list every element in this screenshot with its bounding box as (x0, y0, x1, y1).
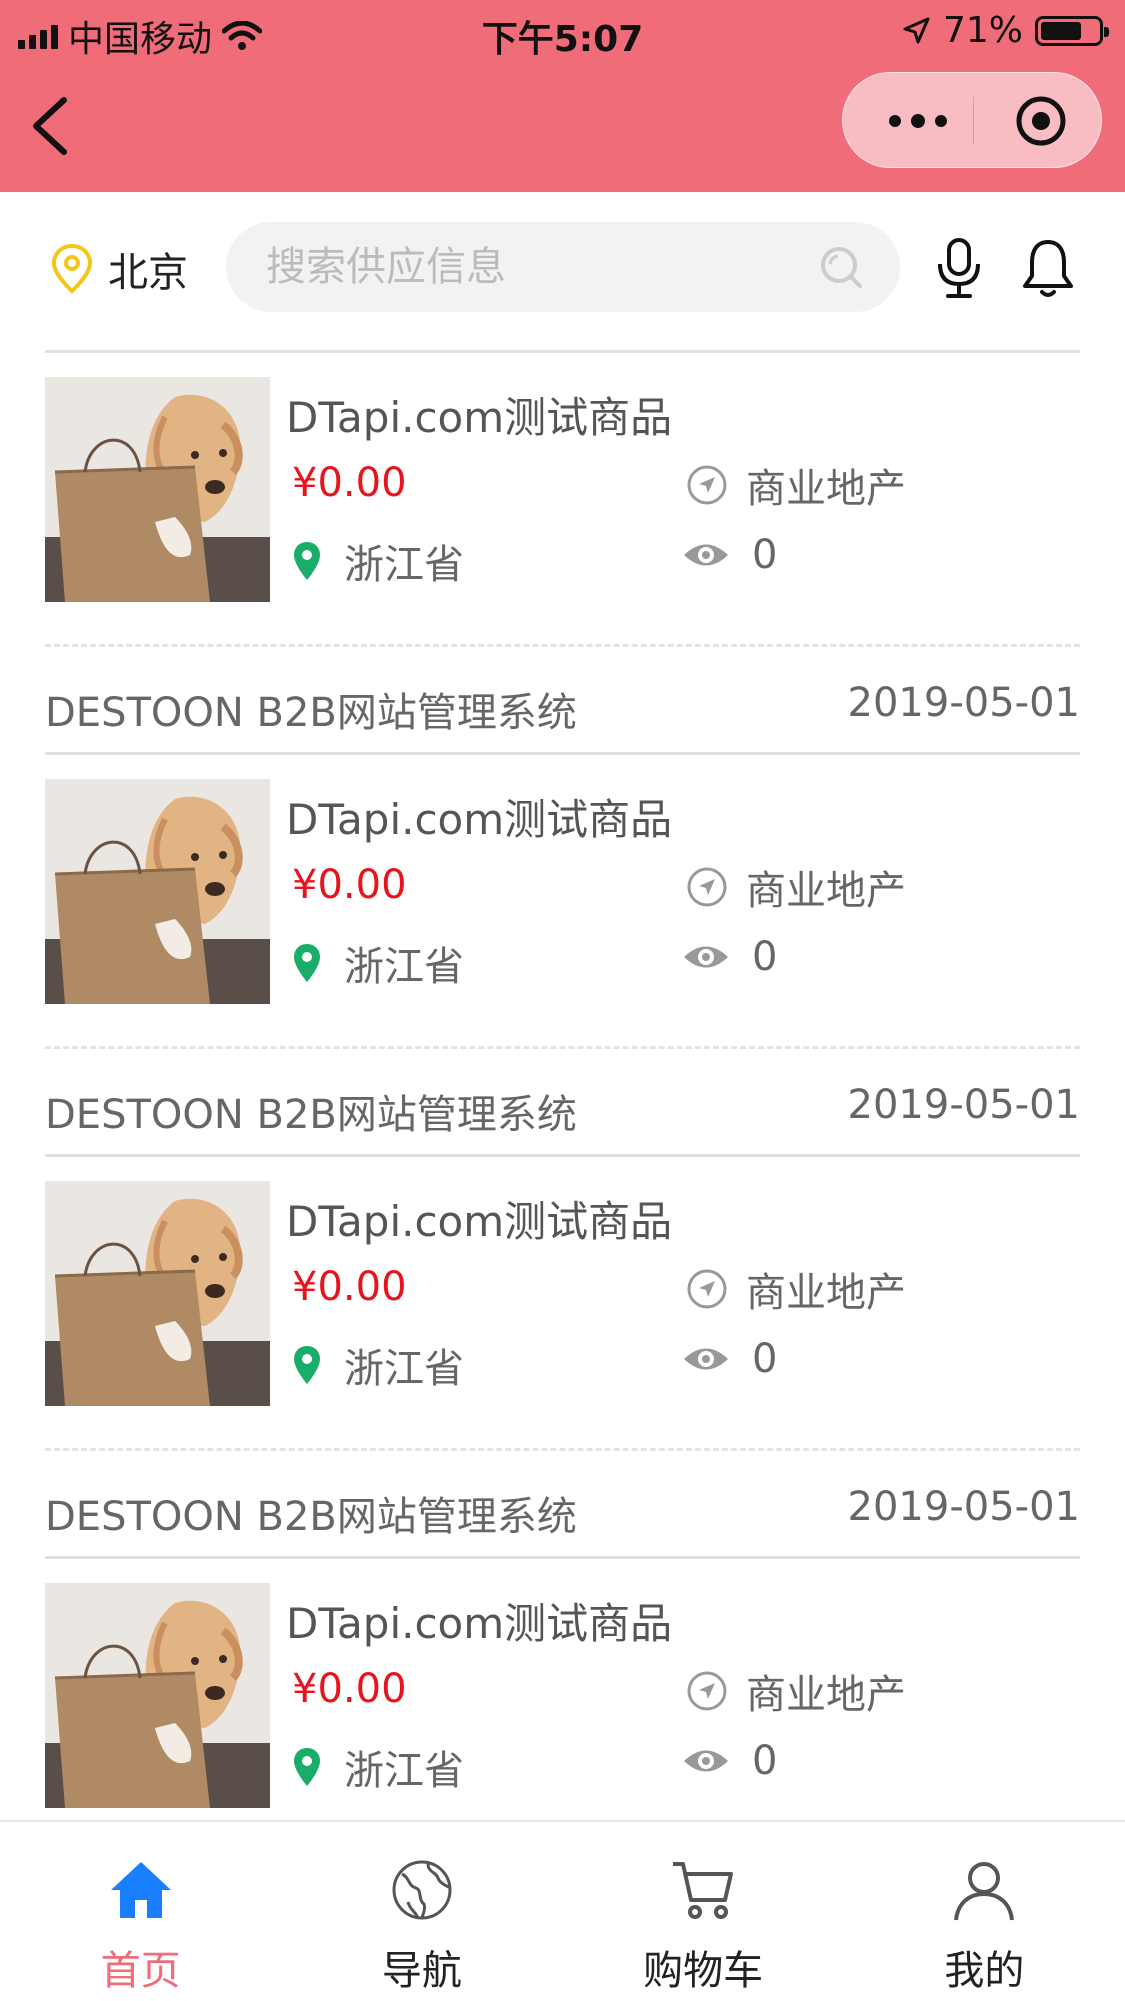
product-category: 商业地产 (686, 456, 906, 514)
status-right: 71% (901, 10, 1109, 51)
city-selector[interactable]: 北京 (50, 240, 188, 298)
status-bar: 中国移动 下午5:07 71% (0, 0, 1125, 64)
category-label: 商业地产 (746, 868, 906, 914)
company-name[interactable]: DESTOON B2B网站管理系统 (45, 680, 577, 738)
tab-cart[interactable]: 购物车 (563, 1822, 844, 2001)
dashed-divider (45, 1448, 1080, 1451)
location-pin-icon (294, 1748, 320, 1786)
list-item[interactable]: DTapi.com测试商品 ¥0.00 商业地产 浙江省 0 DESTOON B… (0, 332, 1125, 755)
battery-icon (1035, 15, 1109, 46)
product-price: ¥0.00 (292, 1666, 407, 1712)
tab-navigation[interactable]: 导航 (281, 1822, 562, 2001)
eye-icon (684, 1750, 728, 1772)
tab-home[interactable]: 首页 (0, 1822, 281, 2001)
product-price: ¥0.00 (292, 1264, 407, 1310)
dashed-divider (45, 1046, 1080, 1049)
eye-icon (684, 946, 728, 968)
province-label: 浙江省 (344, 1748, 464, 1794)
mini-program-capsule (842, 72, 1102, 168)
product-province: 浙江省 (292, 1738, 464, 1796)
tab-label: 导航 (381, 1948, 462, 1994)
category-label: 商业地产 (746, 466, 906, 512)
tab-mine[interactable]: 我的 (844, 1822, 1125, 2001)
product-thumbnail (45, 1181, 270, 1406)
home-icon (110, 1862, 171, 1918)
eye-icon (684, 544, 728, 566)
product-title[interactable]: DTapi.com测试商品 (286, 786, 672, 847)
product-category: 商业地产 (686, 1662, 906, 1720)
dashed-divider (45, 644, 1080, 647)
more-dots-icon[interactable] (883, 99, 953, 143)
product-list-track: DTapi.com测试商品 ¥0.00 商业地产 浙江省 0 DESTOON B… (0, 332, 1125, 1820)
product-thumbnail (45, 779, 270, 1004)
product-views: 0 (682, 1738, 777, 1784)
product-list: DTapi.com测试商品 ¥0.00 商业地产 浙江省 0 DESTOON B… (0, 332, 1125, 1820)
list-item[interactable]: DTapi.com测试商品 ¥0.00 商业地产 浙江省 0 DESTOON B… (0, 1538, 1125, 1820)
product-thumbnail (45, 377, 270, 602)
tab-bar: 首页 导航 购物车 我的 (0, 1820, 1125, 2001)
post-date: 2019-05-01 (847, 1082, 1080, 1128)
views-count: 0 (752, 1336, 778, 1382)
product-province: 浙江省 (292, 1336, 464, 1394)
product-title[interactable]: DTapi.com测试商品 (286, 1590, 672, 1651)
header-bar: 中国移动 下午5:07 71% (0, 0, 1125, 192)
category-label: 商业地产 (746, 1270, 906, 1316)
microphone-icon[interactable] (934, 236, 984, 300)
battery-fill (1041, 21, 1081, 40)
tab-label: 购物车 (643, 1948, 764, 1994)
product-price: ¥0.00 (292, 460, 407, 506)
navigation-arrow-icon (687, 1269, 727, 1309)
back-arrow-icon[interactable] (24, 90, 84, 160)
navigation-arrow-icon (687, 867, 727, 907)
product-category: 商业地产 (686, 858, 906, 916)
location-pin-icon (294, 542, 320, 580)
navigation-arrow-icon (687, 1671, 727, 1711)
post-date: 2019-05-01 (847, 1484, 1080, 1530)
product-price: ¥0.00 (292, 862, 407, 908)
location-pin-icon (294, 944, 320, 982)
cart-icon (673, 1862, 734, 1919)
user-icon (954, 1862, 1015, 1921)
navigation-arrow-icon (687, 465, 727, 505)
location-pin-icon (294, 1346, 320, 1384)
views-count: 0 (752, 934, 778, 980)
bell-icon[interactable] (1020, 236, 1076, 300)
product-thumbnail (45, 1583, 270, 1808)
province-label: 浙江省 (344, 542, 464, 588)
map-pin-icon (51, 243, 93, 294)
list-item[interactable]: DTapi.com测试商品 ¥0.00 商业地产 浙江省 0 DESTOON B… (0, 734, 1125, 1157)
close-target-icon[interactable] (1013, 93, 1069, 149)
search-row: 北京 (0, 192, 1125, 332)
views-count: 0 (752, 1738, 778, 1784)
product-title[interactable]: DTapi.com测试商品 (286, 1188, 672, 1249)
views-count: 0 (752, 532, 778, 578)
list-item[interactable]: DTapi.com测试商品 ¥0.00 商业地产 浙江省 0 DESTOON B… (0, 1136, 1125, 1559)
capsule-divider (973, 97, 974, 145)
search-icon[interactable] (818, 244, 864, 290)
province-label: 浙江省 (344, 944, 464, 990)
company-name[interactable]: DESTOON B2B网站管理系统 (45, 1484, 577, 1542)
city-label: 北京 (108, 250, 188, 296)
company-name[interactable]: DESTOON B2B网站管理系统 (45, 1082, 577, 1140)
search-box (226, 222, 900, 312)
search-input[interactable] (266, 222, 826, 312)
globe-icon (392, 1860, 452, 1920)
category-label: 商业地产 (746, 1672, 906, 1718)
product-title[interactable]: DTapi.com测试商品 (286, 384, 672, 445)
eye-icon (684, 1348, 728, 1370)
product-views: 0 (682, 934, 777, 980)
product-category: 商业地产 (686, 1260, 906, 1318)
product-views: 0 (682, 532, 777, 578)
product-province: 浙江省 (292, 934, 464, 992)
province-label: 浙江省 (344, 1346, 464, 1392)
battery-percent: 71% (942, 10, 1023, 51)
product-views: 0 (682, 1336, 777, 1382)
post-date: 2019-05-01 (847, 680, 1080, 726)
product-province: 浙江省 (292, 532, 464, 590)
tab-label: 首页 (100, 1948, 181, 1994)
tab-label: 我的 (944, 1948, 1025, 1994)
location-arrow-icon (903, 17, 930, 43)
